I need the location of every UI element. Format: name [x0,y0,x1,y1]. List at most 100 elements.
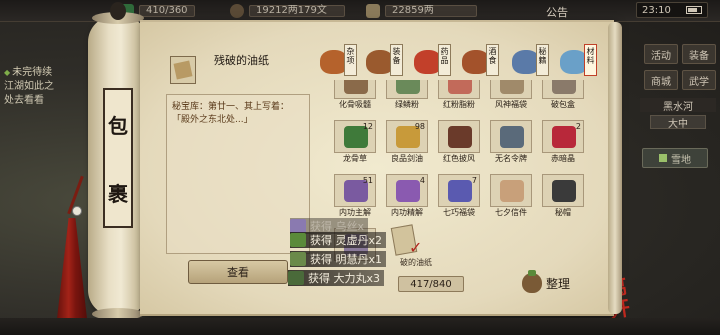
item-name: 秘帽 [555,208,571,217]
stamina-value: 410/360 [139,5,195,17]
item-slot[interactable]: 七夕信件 [490,174,532,219]
item-slot[interactable]: 绿鳞粉 [386,80,428,111]
item-name: 化骨吸髓 [339,100,371,109]
item-slot[interactable]: 12 龙骨草 [334,120,376,165]
desc-line-2: 「殿外之东北处...」 [172,115,253,125]
item-name: 红色披风 [443,154,475,163]
item-icon [500,180,524,202]
tab-manual[interactable]: 秘籍 [512,44,550,80]
tab-sundries[interactable]: 杂项 [320,44,358,80]
map-node-icon [659,154,667,162]
item-slot-frame: 12 [334,120,376,153]
selected-item-icon [170,56,196,84]
notification-text: 获得 明慧丹x1 [310,253,383,266]
item-slot[interactable]: 红粉脂粉 [438,80,480,111]
bag-icon [522,270,542,293]
item-name: 风神福袋 [495,100,527,109]
item-slot[interactable]: 风神福袋 [490,80,532,111]
checkmark-icon: ✓ [409,238,423,257]
item-name: 七巧福袋 [443,208,475,217]
item-slot-frame [438,120,480,153]
announcement-button[interactable]: 公告 [546,4,568,20]
sort-label: 整理 [546,276,571,291]
item-slot[interactable]: 无名令牌 [490,120,532,165]
item-slot[interactable]: 化骨吸髓 [334,80,376,111]
tab-material[interactable]: 材料 [560,44,598,80]
location-panel: 黑水河 大中 [640,98,716,130]
bag-title-char-2: 裹 [108,181,128,206]
notification-4: 获得 大力丸x3 [288,270,385,286]
item-slot[interactable]: 7 七巧福袋 [438,174,480,219]
bottom-hud [0,318,720,335]
bag-title-char-1: 包 [108,113,128,138]
map-node-label: 雪地 [671,154,691,166]
equipment-menu-button[interactable]: 装备 [682,44,716,64]
item-slot[interactable]: 2 赤暗晶 [542,120,584,165]
item-name: 龙骨草 [343,154,367,163]
item-slot-frame [334,80,376,99]
item-name: 内功精解 [391,208,423,217]
category-tabs: 杂项 装备 药品 酒食 秘籍 材料 [320,44,608,80]
sub-location[interactable]: 大中 [650,115,706,130]
notification-2: 获得 灵虚丹x2 [290,232,387,248]
battery-icon [686,6,702,14]
tab-equipment[interactable]: 装备 [366,44,404,80]
item-count: 7 [471,176,477,185]
item-icon [500,80,524,94]
item-icon [448,180,472,202]
item-icon [500,126,524,148]
item-icon [448,126,472,148]
pill-icon [290,252,306,266]
tab-label: 酒食 [486,44,499,76]
map-node-button[interactable]: 雪地 [642,148,708,168]
quest-hint: 处去看看 [4,95,44,106]
shop-button[interactable]: 商城 [644,70,678,90]
tab-medicine[interactable]: 药品 [414,44,452,80]
sort-button[interactable]: 整理 [522,270,584,296]
tab-label: 装备 [390,44,403,76]
item-icon [290,219,306,233]
tab-label: 杂项 [344,44,357,76]
item-slot-frame: 7 [438,174,480,207]
item-slot-frame [490,174,532,207]
notification-item-label: 破的油纸 [400,258,432,267]
item-slot-frame: 98 [386,120,428,153]
clock: 23:10 [636,2,708,18]
item-slot[interactable]: 秘帽 [542,174,584,219]
item-icon [344,80,368,94]
item-slot[interactable]: 51 内功主解 [334,174,376,219]
item-count: 12 [362,122,373,131]
tassel-bead [72,206,82,216]
quest-body: 江湖如此之 [4,81,54,92]
clock-time: 23:10 [642,4,671,16]
item-slot-frame: 2 [542,120,584,153]
item-slot[interactable]: 98 良品剑油 [386,120,428,165]
notification-3: 获得 明慧丹x1 [290,251,387,267]
tab-label: 材料 [584,44,597,76]
view-button[interactable]: 查看 [188,260,288,284]
selected-item-name: 残破的油纸 [214,54,269,67]
martial-arts-button[interactable]: 武学 [682,70,716,90]
item-name: 无名令牌 [495,154,527,163]
money-value: 19212两179文 [249,5,345,17]
item-slot-frame [438,80,480,99]
bag-title: 包 裹 [103,88,133,228]
item-count: 98 [414,122,425,131]
item-icon [552,80,576,94]
notification-text: 获得 大力丸x3 [308,272,381,285]
tab-label: 药品 [438,44,451,76]
item-slot[interactable]: 红色披风 [438,120,480,165]
item-slot[interactable]: 破包盒 [542,80,584,111]
notification-text: 获得 灵虚丹x2 [310,234,383,247]
activity-button[interactable]: 活动 [644,44,678,64]
silver-icon [366,4,380,18]
item-count: 4 [419,176,425,185]
pill-icon [290,233,306,247]
item-slot-frame: 51 [334,174,376,207]
pill-icon [288,271,304,285]
item-icon [552,180,576,202]
item-slot[interactable]: 4 内功精解 [386,174,428,219]
tab-food[interactable]: 酒食 [462,44,500,80]
quest-tracker[interactable]: 未完待续 江湖如此之 处去看看 [4,66,90,108]
item-slot-frame: 4 [386,174,428,207]
